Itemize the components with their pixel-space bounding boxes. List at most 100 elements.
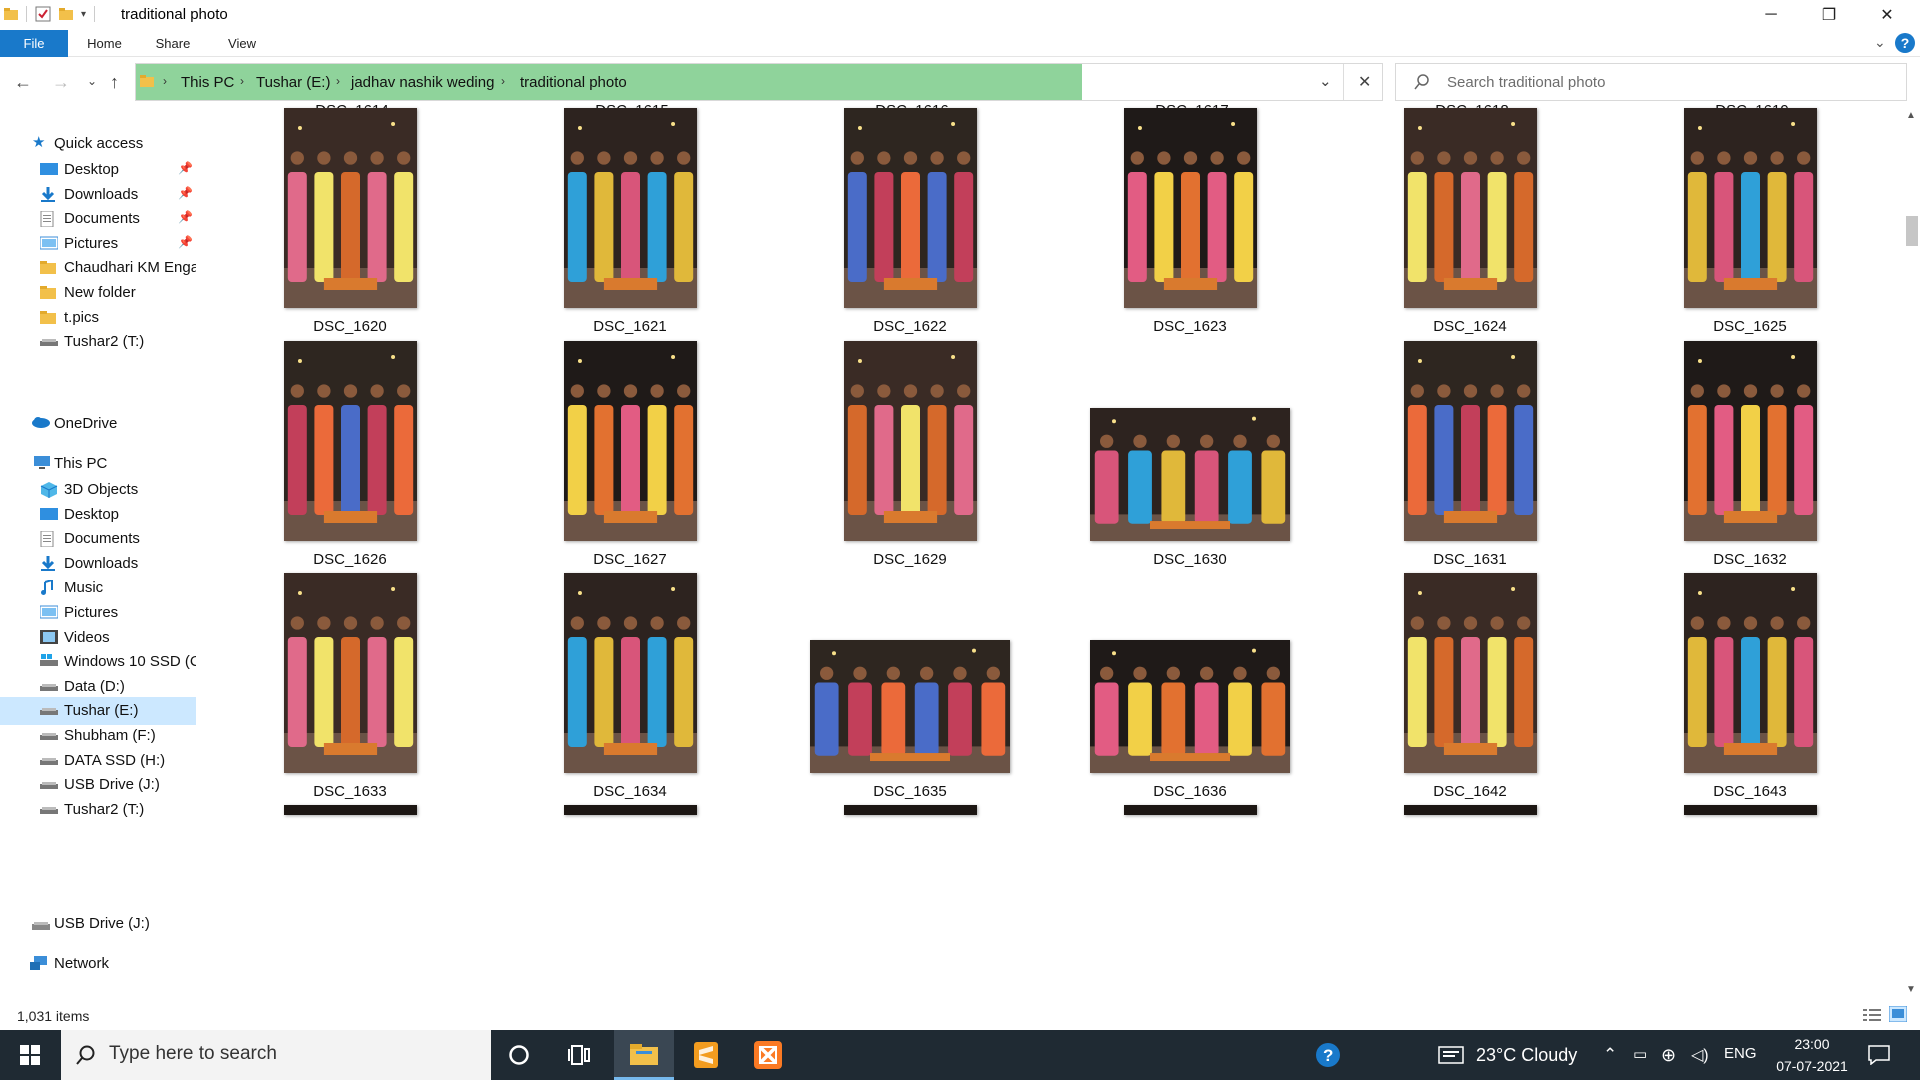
file-label[interactable]: DSC_1633 bbox=[250, 783, 450, 800]
battery-icon[interactable]: ▭ bbox=[1633, 1045, 1647, 1063]
details-view-icon[interactable] bbox=[1863, 1008, 1881, 1022]
photo-thumbnail[interactable] bbox=[843, 108, 977, 308]
photo-thumbnail[interactable] bbox=[563, 341, 697, 541]
help-icon[interactable]: ? bbox=[1895, 33, 1915, 53]
pin-icon[interactable]: 📌 bbox=[178, 186, 193, 200]
nav-pc-tushar2-t[interactable]: Tushar2 (T:) bbox=[0, 796, 196, 824]
nav-usb-drive[interactable]: USB Drive (J:) bbox=[0, 910, 196, 938]
pin-icon[interactable]: 📌 bbox=[178, 235, 193, 249]
file-label[interactable]: DSC_1631 bbox=[1370, 551, 1570, 568]
file-label[interactable]: DSC_1623 bbox=[1090, 318, 1290, 335]
weather-text[interactable]: 23°C Cloudy bbox=[1476, 1045, 1577, 1066]
nav-quick-tushar2-t[interactable]: Tushar2 (T:) bbox=[0, 328, 196, 356]
file-explorer-taskbar-button[interactable] bbox=[614, 1030, 674, 1080]
chevron-right-icon[interactable]: › bbox=[336, 74, 340, 88]
photo-thumbnail[interactable] bbox=[1683, 573, 1817, 773]
volume-icon[interactable]: ◁) bbox=[1691, 1045, 1709, 1065]
customize-toolbar-icon[interactable]: ▾ bbox=[81, 9, 86, 20]
close-button[interactable]: ✕ bbox=[1858, 0, 1916, 30]
photo-thumbnail[interactable] bbox=[1090, 408, 1290, 541]
pin-icon[interactable]: 📌 bbox=[178, 161, 193, 175]
address-dropdown-icon[interactable]: ⌄ bbox=[1319, 72, 1332, 90]
scroll-up-icon[interactable]: ▲ bbox=[1906, 110, 1916, 121]
photo-thumbnail[interactable] bbox=[563, 108, 697, 308]
cortana-button[interactable] bbox=[491, 1030, 547, 1080]
breadcrumb-tushar-e[interactable]: Tushar (E:) bbox=[256, 74, 330, 91]
recent-locations-button[interactable]: ⌄ bbox=[87, 74, 97, 88]
chevron-right-icon[interactable]: › bbox=[240, 74, 244, 88]
forward-button[interactable]: → bbox=[52, 72, 70, 93]
sublime-text-taskbar-button[interactable] bbox=[678, 1030, 734, 1080]
file-label[interactable]: DSC_1625 bbox=[1650, 318, 1850, 335]
help-taskbar-button[interactable]: ? bbox=[1300, 1030, 1356, 1080]
photo-thumbnail[interactable] bbox=[810, 640, 1010, 773]
photo-thumbnail[interactable] bbox=[1090, 640, 1290, 773]
photo-thumbnail[interactable] bbox=[1123, 108, 1257, 308]
tab-share[interactable]: Share bbox=[150, 30, 196, 57]
tab-home[interactable]: Home bbox=[82, 30, 127, 57]
photo-thumbnail[interactable] bbox=[843, 341, 977, 541]
clear-address-icon[interactable]: ✕ bbox=[1358, 72, 1371, 92]
photo-thumbnail[interactable] bbox=[283, 108, 417, 308]
file-label[interactable]: DSC_1624 bbox=[1370, 318, 1570, 335]
pin-icon[interactable]: 📌 bbox=[178, 210, 193, 224]
back-button[interactable]: ← bbox=[14, 72, 32, 93]
chevron-up-icon[interactable]: ⌃ bbox=[1603, 1045, 1617, 1065]
breadcrumb-jadhav-nashik-weding[interactable]: jadhav nashik weding bbox=[351, 74, 494, 91]
scroll-down-icon[interactable]: ▼ bbox=[1906, 984, 1916, 995]
file-label[interactable]: DSC_1627 bbox=[530, 551, 730, 568]
file-label[interactable]: DSC_1621 bbox=[530, 318, 730, 335]
chevron-right-icon[interactable]: › bbox=[501, 74, 505, 88]
photo-thumbnail[interactable] bbox=[844, 805, 977, 815]
breadcrumb-this-pc[interactable]: This PC bbox=[181, 74, 234, 91]
taskbar-search-box[interactable]: Type here to search bbox=[61, 1030, 491, 1080]
nav-onedrive[interactable]: OneDrive bbox=[0, 410, 196, 438]
photo-thumbnail[interactable] bbox=[1683, 341, 1817, 541]
file-label[interactable]: DSC_1630 bbox=[1090, 551, 1290, 568]
file-label[interactable]: DSC_1635 bbox=[810, 783, 1010, 800]
large-icons-view-icon[interactable] bbox=[1889, 1006, 1907, 1022]
globe-icon[interactable]: ⊕ bbox=[1661, 1045, 1676, 1066]
file-label[interactable]: DSC_1622 bbox=[810, 318, 1010, 335]
address-bar[interactable]: › This PC › Tushar (E:) › jadhav nashik … bbox=[135, 63, 1383, 101]
file-label[interactable]: DSC_1634 bbox=[530, 783, 730, 800]
file-label[interactable]: DSC_1620 bbox=[250, 318, 450, 335]
vertical-scrollbar[interactable]: ▲ ▼ bbox=[1902, 104, 1920, 1000]
photo-thumbnail[interactable] bbox=[1683, 108, 1817, 308]
file-label[interactable]: DSC_1629 bbox=[810, 551, 1010, 568]
weather-icon[interactable] bbox=[1438, 1046, 1464, 1064]
nav-network[interactable]: Network bbox=[0, 950, 196, 978]
file-label[interactable]: DSC_1642 bbox=[1370, 783, 1570, 800]
photo-thumbnail[interactable] bbox=[1403, 341, 1537, 541]
up-button[interactable]: ↑ bbox=[110, 72, 119, 93]
properties-icon[interactable] bbox=[35, 6, 51, 22]
photo-thumbnail[interactable] bbox=[1403, 108, 1537, 308]
photo-thumbnail[interactable] bbox=[563, 573, 697, 773]
chevron-right-icon[interactable]: › bbox=[163, 74, 167, 88]
nav-this-pc[interactable]: This PC bbox=[0, 450, 196, 478]
photo-thumbnail[interactable] bbox=[1124, 805, 1257, 815]
new-folder-icon[interactable] bbox=[59, 7, 73, 21]
file-label[interactable]: DSC_1636 bbox=[1090, 783, 1290, 800]
start-button[interactable] bbox=[2, 1030, 58, 1080]
clock[interactable]: 23:00 07-07-2021 bbox=[1772, 1033, 1852, 1077]
search-box[interactable]: Search traditional photo bbox=[1395, 63, 1907, 101]
photo-thumbnail[interactable] bbox=[1403, 573, 1537, 773]
photo-thumbnail[interactable] bbox=[564, 805, 697, 815]
restore-button[interactable]: ❐ bbox=[1800, 0, 1858, 30]
photo-thumbnail[interactable] bbox=[284, 805, 417, 815]
photo-thumbnail[interactable] bbox=[283, 341, 417, 541]
expand-ribbon-icon[interactable]: ⌄ bbox=[1874, 34, 1886, 51]
breadcrumb-traditional-photo[interactable]: traditional photo bbox=[520, 74, 627, 91]
file-label[interactable]: DSC_1626 bbox=[250, 551, 450, 568]
notifications-icon[interactable] bbox=[1868, 1045, 1890, 1065]
file-label[interactable]: DSC_1632 bbox=[1650, 551, 1850, 568]
photo-thumbnail[interactable] bbox=[283, 573, 417, 773]
photo-thumbnail[interactable] bbox=[1404, 805, 1537, 815]
nav-quick-access[interactable]: ★ Quick access bbox=[0, 130, 196, 158]
tab-file[interactable]: File bbox=[0, 30, 68, 57]
file-label[interactable]: DSC_1643 bbox=[1650, 783, 1850, 800]
scroll-thumb[interactable] bbox=[1906, 216, 1918, 246]
minimize-button[interactable]: ─ bbox=[1742, 0, 1800, 30]
photo-thumbnail[interactable] bbox=[1684, 805, 1817, 815]
